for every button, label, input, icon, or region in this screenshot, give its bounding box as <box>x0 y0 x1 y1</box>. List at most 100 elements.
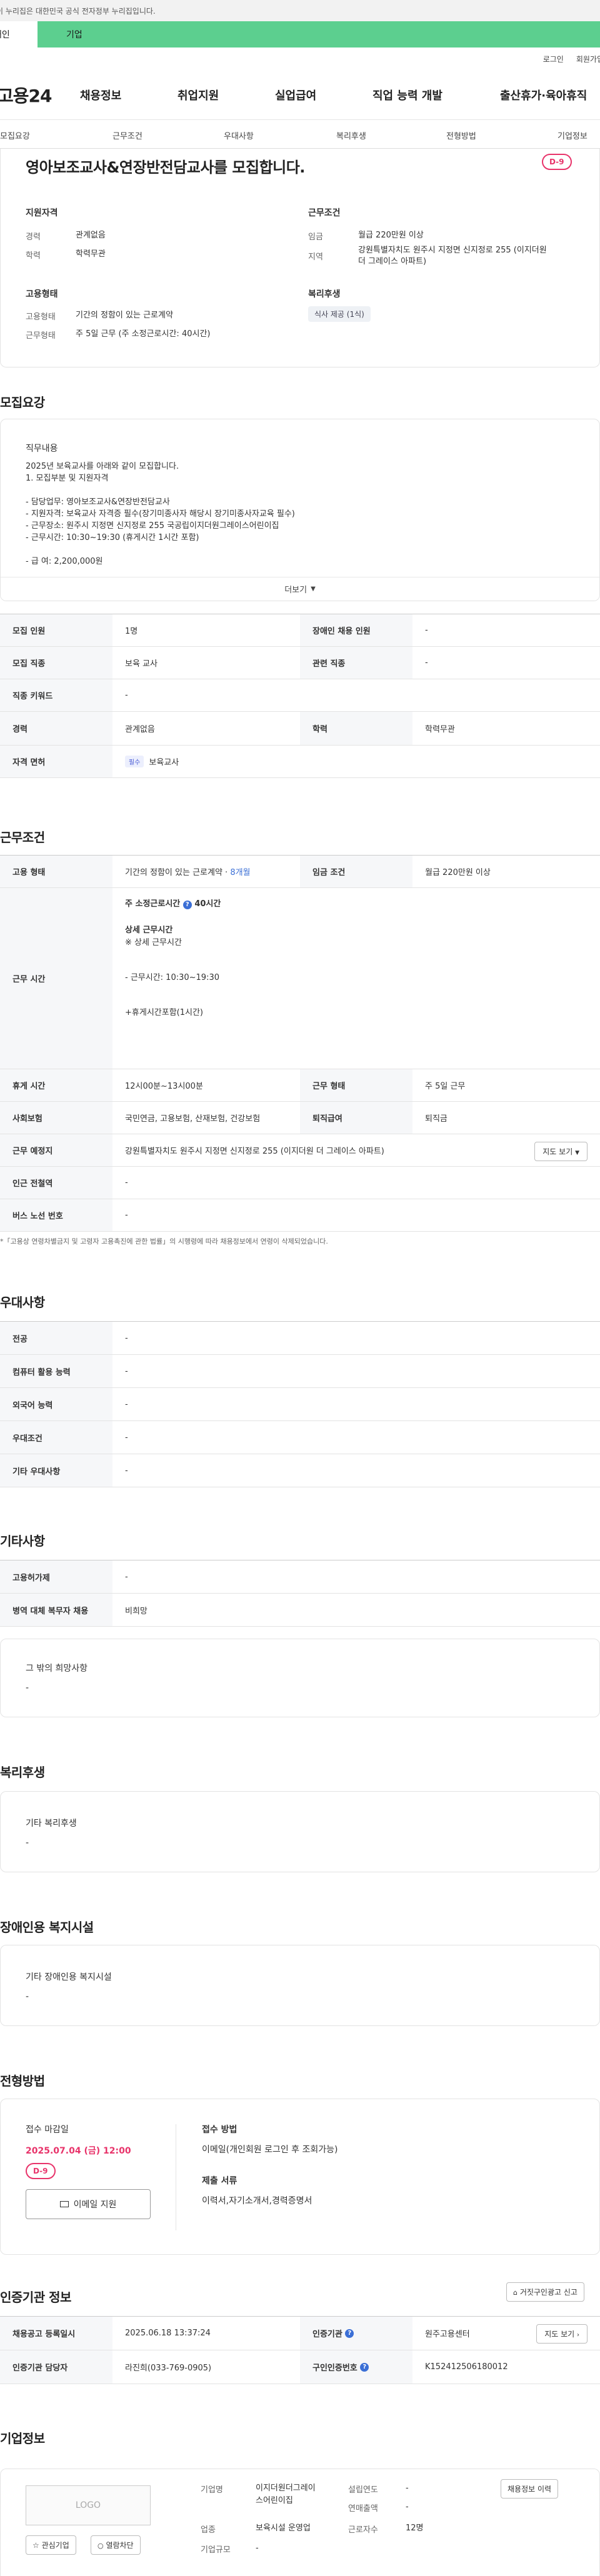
region-value-line2: 더 그레이스 아파트) <box>358 257 427 266</box>
cell-label: 고용허가제 <box>0 1560 112 1593</box>
cell-value: - <box>425 658 428 667</box>
cell-value: - <box>125 691 128 700</box>
region-value-line1: 강원특별자치도 원주시 지정면 신지정로 255 (이지더원 <box>358 246 547 255</box>
fav-company-label: 관심기업 <box>41 2541 69 2550</box>
map-button[interactable]: 지도 보기 ▼ <box>534 1142 588 1161</box>
cell-value: 퇴직금 <box>425 1114 448 1124</box>
agency-map-button[interactable]: 지도 보기 › <box>536 2324 588 2344</box>
chevron-down-icon: ▼ <box>311 586 316 592</box>
table-row: 외국어 능력 - <box>0 1388 600 1421</box>
cell-label: 임금 조건 <box>300 856 412 887</box>
gnb-item-parental-leave[interactable]: 출산휴가·육아휴직 <box>500 87 587 103</box>
table-row: 우대조건 - <box>0 1421 600 1454</box>
cell-value: - <box>125 1211 128 1220</box>
global-nav: 고용24 채용정보 취업지원 실업급여 직업 능력 개발 출산휴가·육아휴직 <box>0 70 600 120</box>
more-label: 더보기 <box>284 586 308 595</box>
detail-hours-line: ※ 상세 근무시간 <box>125 938 182 947</box>
cell-label: 병역 대체 복무자 채용 <box>0 1594 112 1626</box>
block-view-button[interactable]: ○ 열람차단 <box>91 2535 141 2555</box>
duty-line: - 급 여: 2,200,000원 <box>26 557 103 566</box>
sales-value: - <box>406 2502 409 2512</box>
disabled-title: 장애인용 복지시설 <box>0 1920 94 1935</box>
tab-work[interactable]: 근무조건 <box>112 129 142 141</box>
job-summary-card: 영아보조교사&연장반전담교사를 모집합니다. D-9 지원자격 경력 관계없음 … <box>0 149 600 367</box>
welfare-card-heading: 기타 복리후생 <box>26 1819 77 1829</box>
job-title: 영아보조교사&연장반전담교사를 모집합니다. <box>26 159 305 176</box>
edu-value: 학력무관 <box>76 249 106 259</box>
tab-pref[interactable]: 우대사항 <box>224 129 254 141</box>
license-value: 보육교사 <box>149 758 179 767</box>
cell-value: 강원특별자치도 원주시 지정면 신지정로 255 (이지더원 더 그레이스 아파… <box>125 1147 384 1156</box>
staff-value: 12명 <box>406 2524 424 2533</box>
pref-table: 전공 - 컴퓨터 활용 능력 - 외국어 능력 - 우대조건 - 기타 우대사항… <box>0 1321 600 1487</box>
dday-badge: D-9 <box>26 2163 56 2179</box>
cell-value: 국민연금, 고용보험, 산재보험, 건강보험 <box>125 1114 261 1124</box>
gnb-item-jobs[interactable]: 채용정보 <box>80 87 121 103</box>
staff-label: 근로자수 <box>348 2525 378 2535</box>
info-icon[interactable]: ? <box>345 2329 354 2338</box>
table-row: 고용허가제 - <box>0 1560 600 1594</box>
detail-hours-line: +휴게시간포함(1시간) <box>125 1008 203 1017</box>
cell-label: 사회보험 <box>0 1102 112 1134</box>
welfare-card: 기타 복리후생 - <box>0 1791 600 1872</box>
tab-company[interactable]: 기업정보 <box>558 129 588 141</box>
emptype-label: 고용형태 <box>26 312 56 322</box>
report-ad-button[interactable]: ⌂ 거짓구인광고 신고 <box>506 2282 584 2302</box>
table-row: 근무 예정지 강원특별자치도 원주시 지정면 신지정로 255 (이지더원 더 … <box>0 1134 600 1167</box>
dday-badge: D-9 <box>542 154 572 170</box>
detail-hours-heading: 상세 근무시간 <box>125 926 173 935</box>
method-value: 이메일(개인회원 로그인 후 조회가능) <box>202 2145 338 2155</box>
tab-welfare[interactable]: 복리후생 <box>336 129 366 141</box>
duty-line: 1. 모집부분 및 지원자격 <box>26 474 109 483</box>
tab-company[interactable]: 기업 <box>38 21 600 47</box>
gnb-item-vocational-training[interactable]: 직업 능력 개발 <box>372 87 442 103</box>
region-label: 지역 <box>308 252 323 262</box>
cell-value: 기간의 정함이 있는 근로계약 · 8개월 <box>112 856 300 887</box>
emp-value: 기간의 정함이 있는 근로계약 · <box>125 868 228 877</box>
cell-label: 컴퓨터 활용 능력 <box>0 1355 112 1387</box>
login-link[interactable]: 로그인 <box>543 54 564 64</box>
cell-value: 2025.06.18 13:37:24 <box>125 2329 211 2338</box>
company-card: LOGO ☆ 관심기업 ○ 열람차단 기업명 이지더원더그레이 스어린이집 업종… <box>0 2469 600 2576</box>
cell-label: 학력 <box>300 712 412 745</box>
cell-value: - <box>125 1399 128 1409</box>
apply-card: 접수 마감일 2025.07.04 (금) 12:00 D-9 이메일 지원 접… <box>0 2099 600 2255</box>
tab-apply[interactable]: 전형방법 <box>446 129 476 141</box>
cell-value: 월급 220만원 이상 <box>425 868 491 877</box>
cell-value: - <box>125 1432 128 1442</box>
table-row: 고용 형태 기간의 정함이 있는 근로계약 · 8개월 임금 조건 월급 220… <box>0 856 600 888</box>
hiring-history-button[interactable]: 채용정보 이력 <box>501 2479 559 2499</box>
cond-heading: 근무조건 <box>308 208 341 218</box>
welfare-title: 복리후생 <box>0 1765 45 1780</box>
report-ad-label: 거짓구인광고 신고 <box>519 2288 578 2297</box>
cell-label: 구인인증번호 ? <box>300 2350 412 2384</box>
work-title: 근무조건 <box>0 830 45 845</box>
tab-personal[interactable]: 개인 <box>0 21 38 47</box>
founded-label: 설립연도 <box>348 2485 378 2495</box>
cell-label: 모집 직종 <box>0 647 112 679</box>
cell-value: 보육 교사 <box>125 659 158 669</box>
user-type-tabs: 개인 기업 <box>0 21 600 47</box>
table-row: 휴게 시간 12시00분~13시00분 근무 형태 주 5일 근무 <box>0 1069 600 1102</box>
tab-recruit[interactable]: 모집요강 <box>0 129 30 141</box>
cell-value: 12시00분~13시00분 <box>125 1082 203 1091</box>
cell-value: 주 5일 근무 <box>425 1082 466 1091</box>
docs-heading: 제출 서류 <box>202 2176 238 2186</box>
gnb-item-unemployment-benefit[interactable]: 실업급여 <box>275 87 316 103</box>
fav-company-button[interactable]: ☆ 관심기업 <box>26 2535 76 2555</box>
table-row: 병역 대체 복무자 채용 비희망 <box>0 1594 600 1627</box>
cell-label: 기타 우대사항 <box>0 1454 112 1487</box>
welfare-pill: 식사 제공 (1식) <box>308 306 371 322</box>
gnb-item-employment-support[interactable]: 취업지원 <box>178 87 219 103</box>
email-apply-button[interactable]: 이메일 지원 <box>26 2189 151 2219</box>
section-tabs: 모집요강 근무조건 우대사항 복리후생 전형방법 기업정보 <box>0 120 600 149</box>
cell-label: 인증기관 ? <box>300 2317 412 2350</box>
info-icon[interactable]: ? <box>360 2362 369 2372</box>
block-view-label: 열람차단 <box>106 2541 134 2550</box>
signup-link[interactable]: 회원가입 <box>576 54 600 64</box>
site-logo[interactable]: 고용24 <box>0 82 52 107</box>
info-icon[interactable]: ? <box>182 901 192 909</box>
disabled-card-value: - <box>26 1992 29 2002</box>
more-button[interactable]: 더보기 ▼ <box>1 577 599 601</box>
career-value: 관계없음 <box>76 231 106 240</box>
